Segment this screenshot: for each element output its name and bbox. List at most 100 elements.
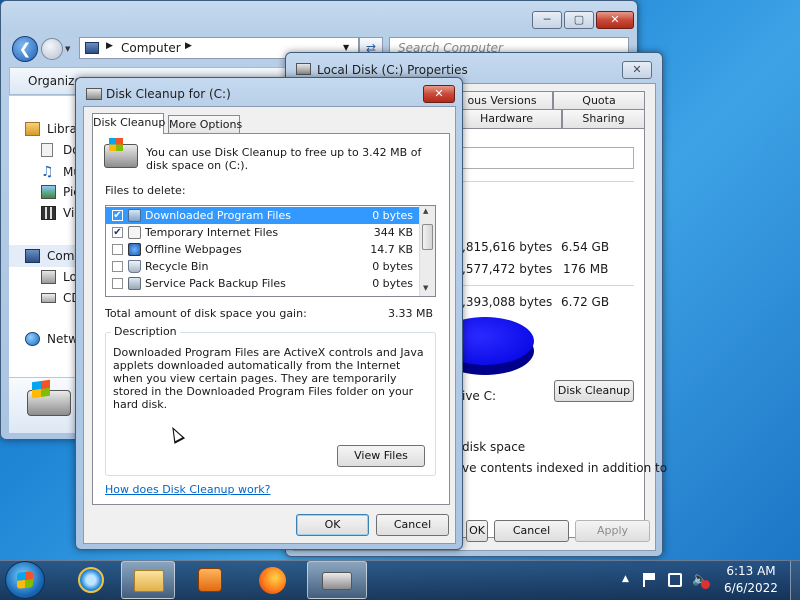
tab-hardware[interactable]: Hardware [451, 109, 562, 128]
minimize-button[interactable]: ─ [532, 11, 562, 29]
capacity-bytes: ,393,088 bytes [462, 295, 553, 309]
tab-more-options[interactable]: More Options [168, 115, 242, 134]
disk-cleanup-taskbar-icon [322, 572, 352, 590]
disk-cleanup-cancel-button[interactable]: Cancel [376, 514, 449, 536]
taskbar-firefox[interactable] [246, 561, 300, 599]
taskbar-internet-explorer[interactable] [66, 561, 116, 599]
local-disk-icon [41, 270, 56, 284]
address-dropdown-icon[interactable]: ▼ [343, 43, 349, 52]
breadcrumb-separator-icon: ▶ [185, 41, 192, 51]
folder-icon [134, 570, 164, 592]
clock[interactable]: 6:13 AM 6/6/2022 [716, 563, 786, 597]
taskbar-disk-cleanup[interactable] [307, 561, 367, 599]
checkbox[interactable] [112, 278, 123, 289]
close-button[interactable]: ✕ [596, 11, 634, 29]
downloaded-files-icon [128, 209, 141, 222]
properties-ok-button[interactable]: OK [466, 520, 488, 542]
show-desktop-button[interactable] [790, 561, 800, 600]
internet-explorer-icon [78, 567, 104, 593]
properties-cancel-button[interactable]: Cancel [494, 520, 569, 542]
total-space-label: Total amount of disk space you gain: [105, 307, 307, 320]
forward-button[interactable] [41, 38, 63, 60]
back-button[interactable]: ❮ [12, 36, 38, 62]
help-link[interactable]: How does Disk Cleanup work? [105, 483, 270, 496]
description-legend: Description [111, 325, 180, 338]
recent-pages-dropdown[interactable]: ▼ [65, 45, 70, 53]
backup-files-icon [128, 277, 141, 290]
offline-webpages-icon [128, 243, 141, 256]
organize-menu[interactable]: Organize [28, 74, 82, 88]
videos-icon [41, 206, 56, 220]
checkbox[interactable]: ✔ [112, 210, 123, 221]
files-to-delete-label: Files to delete: [105, 184, 186, 197]
pictures-icon [41, 185, 56, 199]
divider [436, 285, 634, 286]
documents-icon [41, 143, 53, 157]
scroll-thumb[interactable] [422, 224, 433, 250]
tab-sharing[interactable]: Sharing [562, 109, 645, 128]
capacity-size: 6.72 GB [561, 295, 610, 309]
computer-icon [25, 249, 40, 263]
tab-previous-versions[interactable]: ous Versions [451, 91, 553, 110]
network-icon [25, 332, 40, 346]
computer-icon [85, 42, 99, 54]
disk-cleanup-close-button[interactable]: ✕ [423, 85, 455, 103]
mute-indicator-icon [701, 580, 710, 589]
checkbox[interactable]: ✔ [112, 227, 123, 238]
list-item[interactable]: ✔ Temporary Internet Files 344 KB [106, 224, 435, 241]
tab-disk-cleanup[interactable]: Disk Cleanup [92, 113, 165, 134]
files-list-scrollbar[interactable]: ▲ ▼ [419, 206, 435, 296]
show-hidden-icons-button[interactable]: ▲ [622, 574, 629, 584]
total-space-value: 3.33 MB [388, 307, 434, 320]
taskbar-windows-explorer[interactable] [121, 561, 175, 599]
local-disk-large-icon [27, 379, 71, 416]
description-text: Downloaded Program Files are ActiveX con… [113, 346, 424, 411]
list-item[interactable]: Offline Webpages 14.7 KB [106, 241, 435, 258]
files-list[interactable]: ✔ Downloaded Program Files 0 bytes ✔ Tem… [105, 205, 436, 297]
disk-cleanup-dialog: Disk Cleanup for (C:) ✕ Disk Cleanup Mor… [75, 77, 463, 550]
list-item[interactable]: ✔ Downloaded Program Files 0 bytes [106, 207, 419, 224]
properties-apply-button[interactable]: Apply [575, 520, 650, 542]
libraries-icon [25, 122, 40, 136]
breadcrumb-separator-icon: ▶ [106, 41, 113, 51]
scroll-down-button[interactable]: ▼ [423, 284, 428, 292]
music-icon: ♫ [41, 164, 54, 180]
maximize-button[interactable]: ▢ [564, 11, 594, 29]
disk-cleanup-ok-button[interactable]: OK [296, 514, 369, 536]
taskbar-media-player[interactable] [183, 561, 237, 599]
disk-cleanup-title-icon [86, 88, 102, 100]
scroll-up-button[interactable]: ▲ [423, 207, 428, 215]
network-tray-icon[interactable] [668, 573, 682, 587]
compress-drive-text: disk space [462, 440, 526, 454]
media-player-icon [198, 568, 222, 592]
disk-cleanup-icon [104, 138, 138, 168]
list-item[interactable]: Recycle Bin 0 bytes [106, 258, 435, 275]
clock-time: 6:13 AM [726, 564, 776, 578]
properties-disk-cleanup-button[interactable]: Disk Cleanup [554, 380, 634, 402]
list-item[interactable]: Service Pack Backup Files 0 bytes [106, 275, 435, 292]
drive-label: ive C: [462, 389, 497, 403]
checkbox[interactable] [112, 261, 123, 272]
disk-cleanup-title: Disk Cleanup for (C:) [106, 87, 231, 101]
start-button[interactable] [5, 561, 45, 599]
free-space-bytes: ,577,472 bytes [462, 262, 553, 276]
breadcrumb-computer[interactable]: Computer [121, 41, 181, 55]
view-files-button[interactable]: View Files [337, 445, 425, 467]
properties-title: Local Disk (C:) Properties [317, 63, 468, 77]
volume-label-field[interactable] [436, 147, 634, 169]
action-center-flag-icon[interactable] [643, 573, 657, 587]
windows-logo-icon [17, 571, 33, 589]
tab-quota[interactable]: Quota [553, 91, 645, 110]
properties-close-button[interactable]: ✕ [622, 61, 652, 79]
divider [436, 181, 634, 182]
used-space-size: 6.54 GB [561, 240, 610, 254]
disk-cleanup-intro: You can use Disk Cleanup to free up to 3… [146, 146, 422, 172]
checkbox[interactable] [112, 244, 123, 255]
free-space-size: 176 MB [563, 262, 609, 276]
index-drive-text: ve contents indexed in addition to [462, 461, 668, 475]
back-arrow-icon: ❮ [18, 40, 32, 58]
recycle-bin-icon [128, 260, 141, 273]
properties-title-icon [296, 63, 311, 75]
firefox-icon [259, 567, 286, 594]
cd-drive-icon [41, 293, 56, 303]
